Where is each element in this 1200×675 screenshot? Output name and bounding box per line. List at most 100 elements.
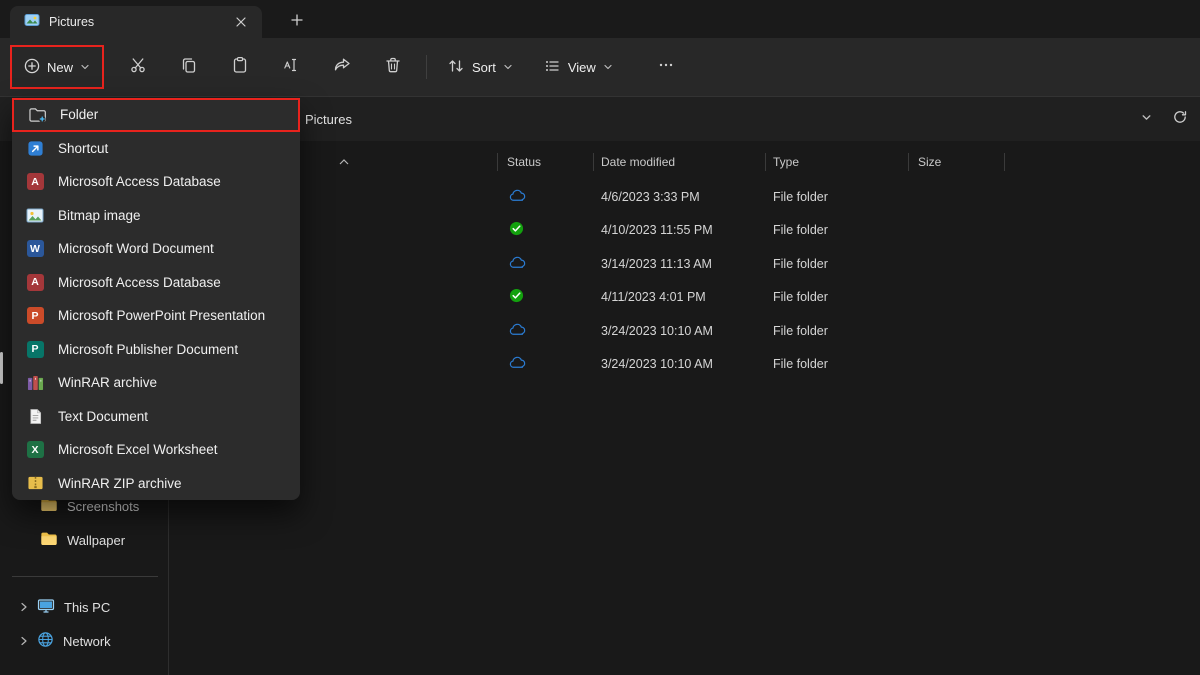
publisher-icon: P xyxy=(25,341,45,358)
menu-item-shortcut[interactable]: Shortcut xyxy=(12,132,300,166)
excel-icon: X xyxy=(25,441,45,458)
menu-item-word-document[interactable]: W Microsoft Word Document xyxy=(12,232,300,266)
file-row[interactable]: 4/11/2023 4:01 PM File folder xyxy=(169,281,1200,315)
new-dropdown-menu: Folder Shortcut A Microsoft Access Datab… xyxy=(12,98,300,500)
file-row[interactable]: 4/6/2023 3:33 PM File folder xyxy=(169,180,1200,214)
delete-button[interactable] xyxy=(373,48,413,86)
file-explorer-window: Pictures New Sort View xyxy=(0,0,1200,675)
status-cell xyxy=(497,314,593,348)
paste-button[interactable] xyxy=(220,48,260,86)
sidebar-item-label: This PC xyxy=(64,600,110,615)
synced-check-icon xyxy=(509,288,524,306)
column-header-date-modified[interactable]: Date modified xyxy=(593,148,765,176)
tab-title: Pictures xyxy=(49,15,221,29)
cloud-status-icon xyxy=(509,189,526,205)
date-modified-cell: 3/24/2023 10:10 AM xyxy=(593,314,765,348)
menu-item-access-database-2[interactable]: A Microsoft Access Database xyxy=(12,266,300,300)
winrar-icon xyxy=(25,375,45,391)
more-options-button[interactable] xyxy=(646,48,686,86)
status-cell xyxy=(497,281,593,315)
menu-item-label: Shortcut xyxy=(58,141,108,156)
menu-item-powerpoint-presentation[interactable]: P Microsoft PowerPoint Presentation xyxy=(12,299,300,333)
date-modified-cell: 4/6/2023 3:33 PM xyxy=(593,180,765,214)
shortcut-icon xyxy=(25,140,45,157)
new-button-label: New xyxy=(47,60,73,75)
view-button-label: View xyxy=(568,60,596,75)
column-header-status[interactable]: Status xyxy=(497,148,593,176)
sort-button-label: Sort xyxy=(472,60,496,75)
sidebar-item-label: Wallpaper xyxy=(67,533,125,548)
menu-item-excel-worksheet[interactable]: X Microsoft Excel Worksheet xyxy=(12,433,300,467)
menu-item-bitmap-image[interactable]: Bitmap image xyxy=(12,199,300,233)
menu-item-label: WinRAR ZIP archive xyxy=(58,476,182,491)
menu-item-label: Microsoft Publisher Document xyxy=(58,342,238,357)
refresh-button[interactable] xyxy=(1168,108,1192,130)
cut-button[interactable] xyxy=(118,48,158,86)
date-modified-cell: 3/24/2023 10:10 AM xyxy=(593,348,765,382)
date-modified-cell: 3/14/2023 11:13 AM xyxy=(593,247,765,281)
type-cell: File folder xyxy=(765,314,908,348)
new-tab-button[interactable] xyxy=(284,8,310,32)
chevron-right-icon[interactable] xyxy=(20,600,28,615)
sidebar-divider xyxy=(12,576,158,577)
sidebar-item-wallpaper[interactable]: Wallpaper xyxy=(0,523,168,557)
address-dropdown-button[interactable] xyxy=(1134,108,1158,130)
menu-item-label: WinRAR archive xyxy=(58,375,157,390)
menu-item-access-database[interactable]: A Microsoft Access Database xyxy=(12,165,300,199)
copy-button[interactable] xyxy=(169,48,209,86)
zip-archive-icon xyxy=(25,475,45,491)
column-header-label: Status xyxy=(507,155,541,169)
status-cell xyxy=(497,348,593,382)
file-row[interactable]: 3/24/2023 10:10 AM File folder xyxy=(169,348,1200,382)
tab-pictures[interactable]: Pictures xyxy=(10,6,262,38)
view-list-icon xyxy=(543,57,561,78)
menu-item-folder[interactable]: Folder xyxy=(12,98,300,132)
titlebar: Pictures xyxy=(0,0,1200,38)
menu-item-label: Microsoft PowerPoint Presentation xyxy=(58,308,265,323)
share-button[interactable] xyxy=(322,48,362,86)
column-header-label: Date modified xyxy=(601,155,675,169)
sort-button[interactable]: Sort xyxy=(436,48,524,86)
menu-item-label: Text Document xyxy=(58,409,148,424)
size-cell xyxy=(908,180,1005,214)
menu-item-publisher-document[interactable]: P Microsoft Publisher Document xyxy=(12,333,300,367)
menu-item-label: Microsoft Word Document xyxy=(58,241,214,256)
column-header-type[interactable]: Type xyxy=(765,148,908,176)
chevron-right-icon[interactable] xyxy=(20,634,28,649)
trash-icon xyxy=(384,56,402,79)
sidebar-item-this-pc[interactable]: This PC xyxy=(0,590,168,624)
file-row[interactable]: 4/10/2023 11:55 PM File folder xyxy=(169,214,1200,248)
sidebar-item-network[interactable]: Network xyxy=(0,624,168,658)
tab-close-icon[interactable] xyxy=(230,11,252,33)
type-cell: File folder xyxy=(765,180,908,214)
new-button[interactable]: New xyxy=(12,47,102,87)
type-cell: File folder xyxy=(765,247,908,281)
file-row[interactable]: 3/14/2023 11:13 AM File folder xyxy=(169,247,1200,281)
sort-arrows-icon xyxy=(447,57,465,78)
chevron-down-icon xyxy=(603,60,613,75)
file-row[interactable]: 3/24/2023 10:10 AM File folder xyxy=(169,314,1200,348)
image-icon xyxy=(25,208,45,223)
date-modified-cell: 4/10/2023 11:55 PM xyxy=(593,214,765,248)
sidebar-scrollbar[interactable] xyxy=(0,352,3,384)
network-globe-icon xyxy=(37,631,54,651)
type-cell: File folder xyxy=(765,348,908,382)
menu-item-text-document[interactable]: Text Document xyxy=(12,400,300,434)
rename-button[interactable] xyxy=(271,48,311,86)
navigation-items: Screenshots Wallpaper This PC Network xyxy=(0,489,168,658)
file-rows: 4/6/2023 3:33 PM File folder 4/10/2023 1… xyxy=(169,180,1200,381)
menu-item-zip-archive[interactable]: WinRAR ZIP archive xyxy=(12,467,300,501)
view-button[interactable]: View xyxy=(532,48,624,86)
breadcrumb-location[interactable]: Pictures xyxy=(305,97,352,141)
pc-icon xyxy=(37,598,55,617)
status-cell xyxy=(497,180,593,214)
sidebar-item-label: Network xyxy=(63,634,111,649)
sort-ascending-icon xyxy=(339,159,349,165)
column-header-size[interactable]: Size xyxy=(908,148,1005,176)
new-button-highlight-box: New xyxy=(10,45,104,89)
menu-item-winrar-archive[interactable]: WinRAR archive xyxy=(12,366,300,400)
ellipsis-icon xyxy=(658,57,674,78)
clipboard-icon xyxy=(231,56,249,79)
command-bar: New Sort View xyxy=(0,38,1200,97)
refresh-icon xyxy=(1172,109,1188,130)
